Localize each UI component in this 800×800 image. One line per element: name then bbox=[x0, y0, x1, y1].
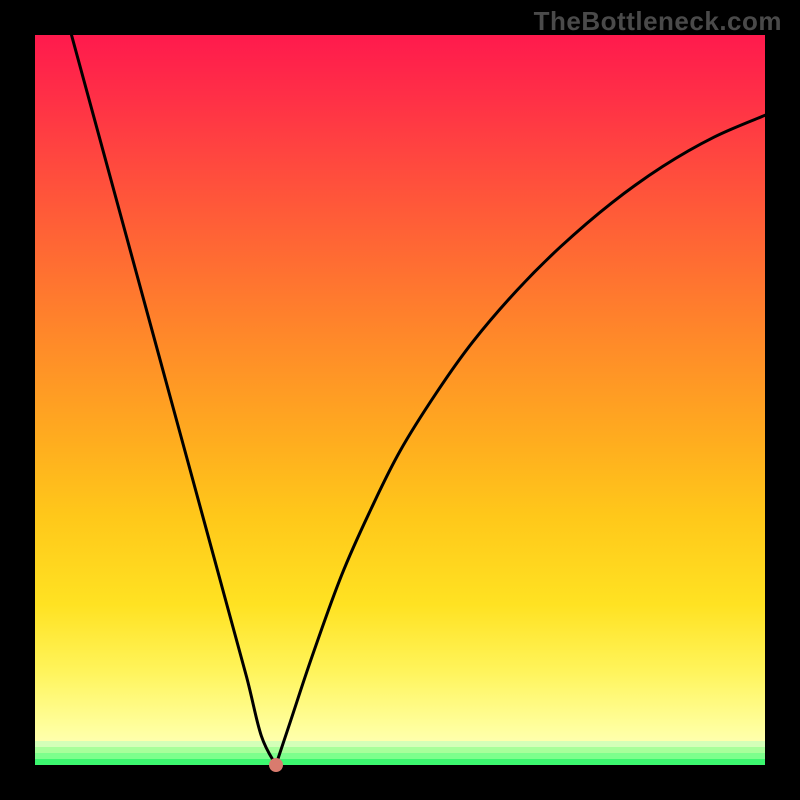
nadir-marker bbox=[269, 758, 283, 772]
bottleneck-curve bbox=[35, 35, 765, 765]
watermark-text: TheBottleneck.com bbox=[534, 6, 782, 37]
gradient-band bbox=[35, 759, 765, 765]
chart-frame: TheBottleneck.com bbox=[0, 0, 800, 800]
plot-area bbox=[35, 35, 765, 765]
